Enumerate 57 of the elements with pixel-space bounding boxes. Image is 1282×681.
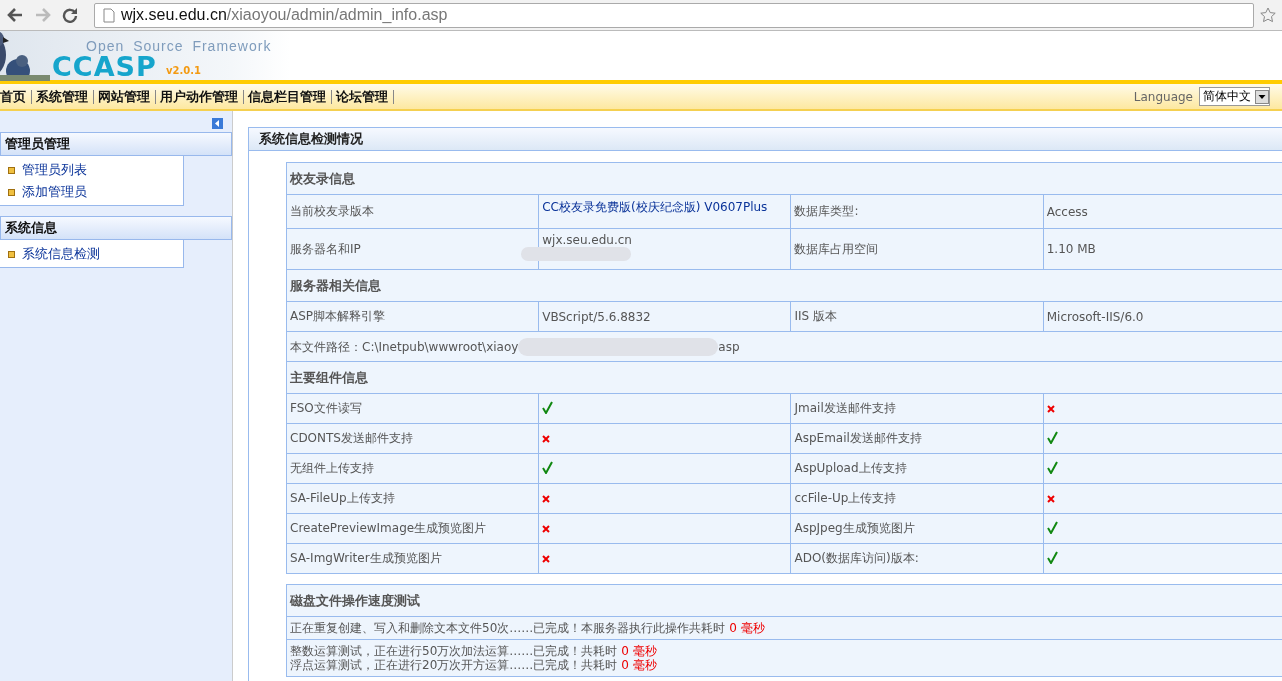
nav-link[interactable]: 首页 bbox=[0, 89, 32, 104]
bullet-icon bbox=[8, 188, 15, 196]
sidebar-section-title: 系统信息 bbox=[0, 216, 232, 240]
bullet-icon bbox=[8, 250, 15, 258]
section-title: 主要组件信息 bbox=[286, 361, 1282, 394]
file-path: 本文件路径：C:\Inetpub\wwwroot\xiaoy bbox=[290, 339, 519, 353]
logo-name: CCASP bbox=[52, 51, 157, 82]
nav-link[interactable]: 信息栏目管理 bbox=[248, 89, 332, 104]
nav-link[interactable]: 系统管理 bbox=[36, 89, 94, 104]
section-title: 校友录信息 bbox=[286, 162, 1282, 195]
sidebar-link[interactable]: 添加管理员 bbox=[22, 183, 87, 201]
table-cell: CDONTS发送邮件支持 bbox=[286, 423, 539, 454]
table-cell: 数据库占用空间 bbox=[790, 228, 1044, 270]
table-cell: SA-ImgWriter生成预览图片 bbox=[286, 543, 539, 574]
page-icon bbox=[103, 7, 115, 23]
table-cell: ADO(数据库访问)版本: bbox=[790, 543, 1044, 574]
table-cell: AspEmail发送邮件支持 bbox=[790, 423, 1044, 454]
table-cell: AspUpload上传支持 bbox=[790, 453, 1044, 484]
sidebar-link[interactable]: 管理员列表 bbox=[22, 161, 87, 179]
cell-value: wjx.seu.edu.cn bbox=[542, 233, 633, 247]
test-result-text: 正在重复创建、写入和删除文本文件50次……已完成！本服务器执行此操作共耗时 bbox=[290, 621, 726, 635]
logo-tagline: Open Source Framework bbox=[86, 38, 272, 54]
section-title: 服务器相关信息 bbox=[286, 269, 1282, 302]
table-cell: AspJpeg生成预览图片 bbox=[790, 513, 1044, 544]
nav-link[interactable]: 论坛管理 bbox=[336, 89, 394, 104]
table-cell: Jmail发送邮件支持 bbox=[790, 393, 1044, 424]
table-cell: CreatePreviewImage生成预览图片 bbox=[286, 513, 539, 544]
nav-link[interactable]: 网站管理 bbox=[98, 89, 156, 104]
test-result-text: 浮点运算测试，正在进行20万次开方运算……已完成！共耗时 bbox=[290, 658, 618, 672]
back-icon[interactable] bbox=[6, 7, 24, 23]
table-cell: ASP脚本解释引擎 bbox=[286, 301, 539, 332]
bullet-icon bbox=[8, 166, 15, 174]
collapse-icon[interactable] bbox=[212, 118, 223, 129]
table-cell: FSO文件读写 bbox=[286, 393, 539, 424]
test-result-text: 整数运算测试，正在进行50万次加法运算……已完成！共耗时 bbox=[290, 644, 618, 658]
table-cell: IIS 版本 bbox=[790, 301, 1044, 332]
panel-title: 系统信息检测情况 bbox=[249, 128, 1282, 151]
table-cell: 当前校友录版本 bbox=[286, 194, 539, 229]
cell-value: VBScript/5.6.8832 bbox=[542, 309, 652, 324]
language-label: Language bbox=[1133, 89, 1193, 104]
test-duration: 0 毫秒 bbox=[729, 621, 765, 635]
test-duration: 0 毫秒 bbox=[621, 644, 657, 658]
section-title: 磁盘文件操作速度测试 bbox=[286, 584, 1282, 617]
reload-icon[interactable] bbox=[62, 7, 78, 23]
nav-link[interactable]: 用户动作管理 bbox=[160, 89, 244, 104]
test-duration: 0 毫秒 bbox=[621, 658, 657, 672]
bookmark-star-icon[interactable] bbox=[1260, 7, 1276, 23]
sidebar-link[interactable]: 系统信息检测 bbox=[22, 245, 100, 263]
address-bar[interactable]: wjx.seu.edu.cn/xiaoyou/admin/admin_info.asp bbox=[94, 2, 1254, 28]
table-cell: SA-FileUp上传支持 bbox=[286, 483, 539, 514]
sidebar-section-title: 管理员管理 bbox=[0, 132, 232, 156]
language-select[interactable]: 简体中文 bbox=[1199, 87, 1270, 106]
table-cell: 无组件上传支持 bbox=[286, 453, 539, 484]
logo-version: v2.0.1 bbox=[166, 65, 201, 76]
table-cell: 数据库类型: bbox=[790, 194, 1044, 229]
file-path-end: asp bbox=[718, 339, 740, 353]
table-cell: ccFile-Up上传支持 bbox=[790, 483, 1044, 514]
